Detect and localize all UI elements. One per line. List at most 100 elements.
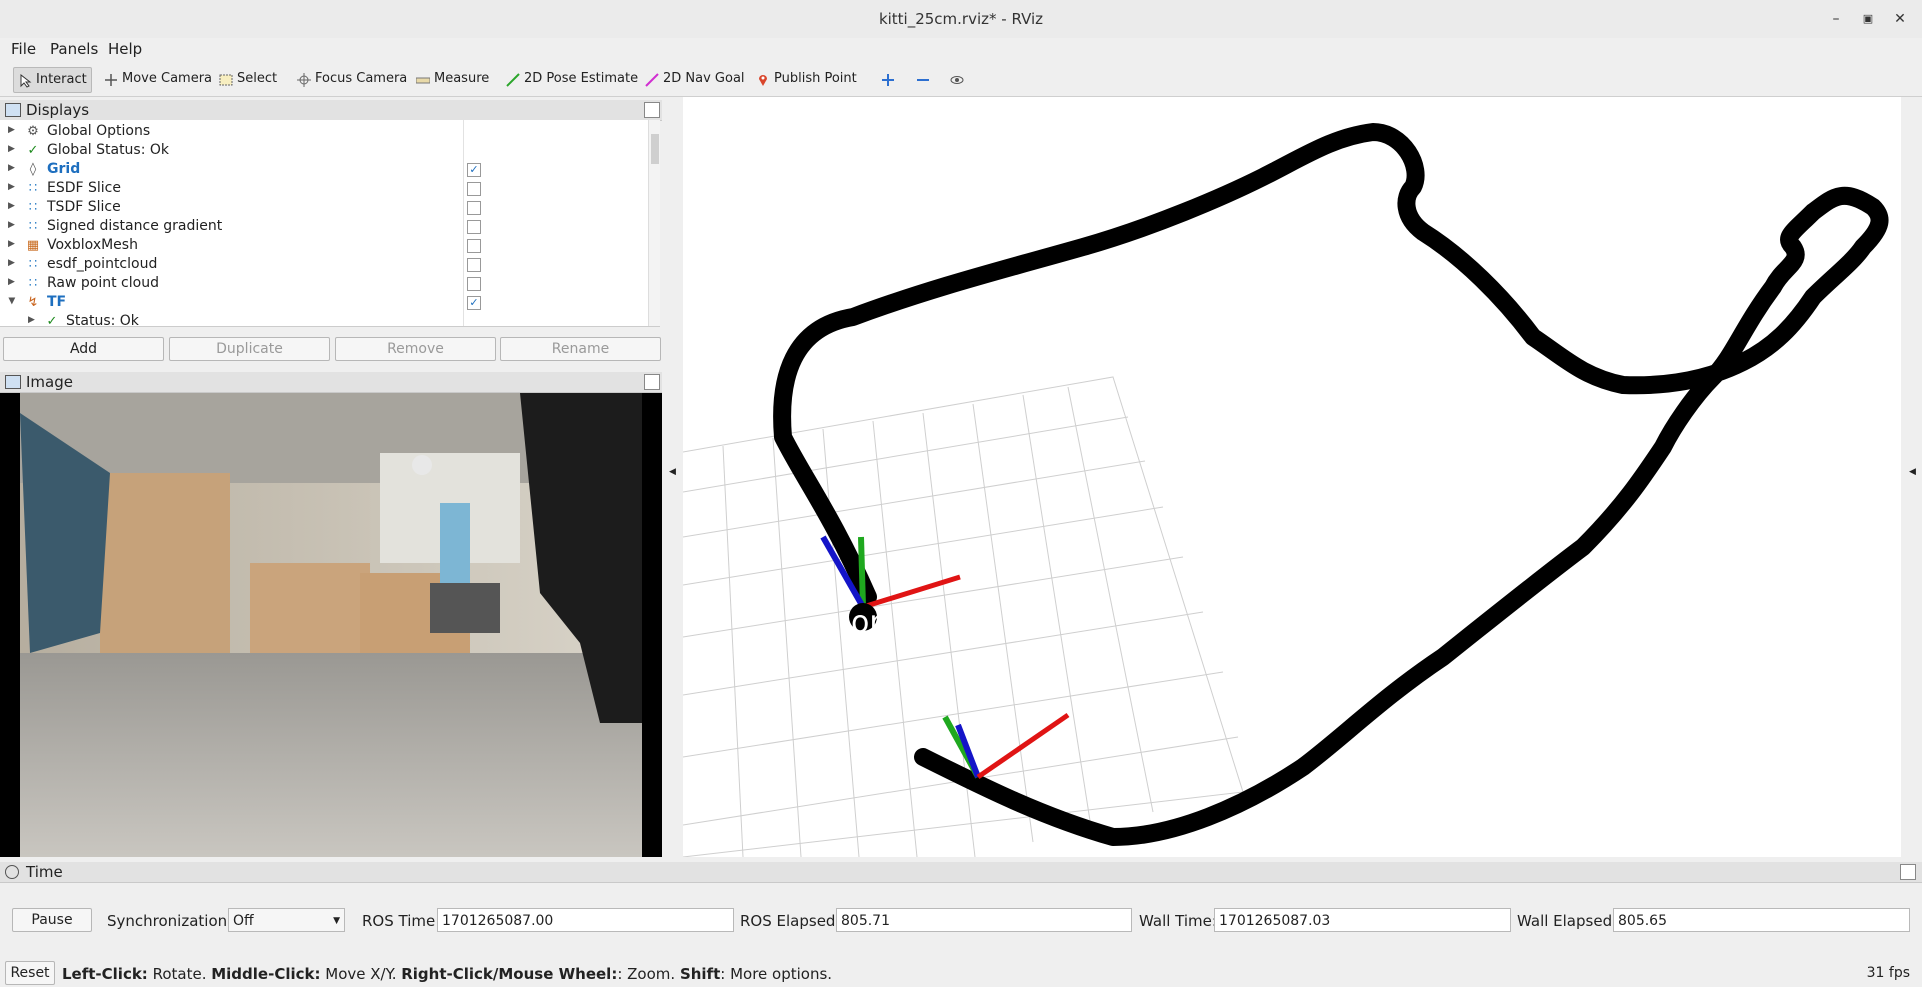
- expand-arrow-icon[interactable]: ▶: [8, 220, 15, 230]
- display-item-signed-distance-gradient[interactable]: ▶ ∷ Signed distance gradient: [0, 217, 648, 236]
- display-item-tf-status[interactable]: ▶ ✓ Status: Ok: [0, 312, 648, 327]
- displays-tree: ▶ ⚙ Global Options ▶ ✓ Global Status: Ok…: [0, 120, 660, 327]
- display-item-esdf-slice[interactable]: ▶ ∷ ESDF Slice: [0, 179, 648, 198]
- ros-time-field[interactable]: 1701265087.00: [437, 908, 734, 932]
- displays-undock-button[interactable]: [644, 102, 660, 118]
- publish-point-label: Publish Point: [774, 71, 857, 86]
- collapse-arrow-icon[interactable]: ▶: [6, 298, 16, 305]
- render-canvas[interactable]: orl: [682, 97, 1901, 858]
- camera-image: [0, 393, 662, 857]
- display-label: Status: Ok: [66, 313, 139, 327]
- wall-time-field[interactable]: 1701265087.03: [1214, 908, 1511, 932]
- esdf-pointcloud-checkbox[interactable]: [467, 258, 481, 272]
- expand-arrow-icon[interactable]: ▶: [8, 182, 15, 192]
- duplicate-display-button[interactable]: Duplicate: [169, 337, 330, 361]
- ros-elapsed-field[interactable]: 805.71: [836, 908, 1132, 932]
- minimize-icon[interactable]: –: [1826, 9, 1846, 29]
- display-label: TSDF Slice: [47, 199, 121, 215]
- right-click-desc: : Zoom.: [617, 965, 680, 983]
- left-splitter[interactable]: ◀: [666, 97, 680, 857]
- pointcloud-icon: ∷: [28, 219, 38, 234]
- time-undock-button[interactable]: [1900, 864, 1916, 880]
- close-icon[interactable]: ✕: [1890, 9, 1910, 29]
- interact-tool-button[interactable]: Interact: [13, 67, 92, 93]
- plus-icon: [881, 72, 895, 86]
- display-item-esdf-pointcloud[interactable]: ▶ ∷ esdf_pointcloud: [0, 255, 648, 274]
- focus-camera-label: Focus Camera: [315, 71, 408, 86]
- expand-arrow-icon[interactable]: ▶: [8, 163, 15, 173]
- right-splitter[interactable]: ◀: [1906, 97, 1920, 857]
- expand-arrow-icon[interactable]: ▶: [8, 277, 15, 287]
- check-icon: ✓: [27, 143, 39, 158]
- expand-arrow-icon[interactable]: ▶: [8, 201, 15, 211]
- esdf-slice-checkbox[interactable]: [467, 182, 481, 196]
- select-tool-button[interactable]: Select: [215, 67, 281, 91]
- display-item-global-status[interactable]: ▶ ✓ Global Status: Ok: [0, 141, 648, 160]
- view-tool-button[interactable]: [946, 67, 968, 91]
- display-item-tf[interactable]: ▶ ↯ TF ✓: [0, 293, 648, 312]
- maximize-icon[interactable]: ▣: [1858, 9, 1878, 29]
- measure-tool-button[interactable]: Measure: [412, 67, 493, 91]
- 3d-render-view[interactable]: orl: [682, 97, 1901, 858]
- focus-camera-tool-button[interactable]: Focus Camera: [293, 67, 411, 91]
- expand-arrow-icon[interactable]: ▶: [8, 125, 15, 135]
- middle-click-key: Middle-Click:: [211, 965, 321, 983]
- pose-estimate-label: 2D Pose Estimate: [524, 71, 639, 86]
- raw-point-cloud-checkbox[interactable]: [467, 277, 481, 291]
- mesh-icon: ▦: [26, 238, 40, 253]
- displays-panel-header: Displays: [0, 100, 662, 121]
- tsdf-slice-checkbox[interactable]: [467, 201, 481, 215]
- display-item-voxblox-mesh[interactable]: ▶ ▦ VoxbloxMesh: [0, 236, 648, 255]
- add-tool-button[interactable]: [877, 67, 899, 91]
- map-pin-icon: [756, 72, 770, 86]
- grid-checkbox[interactable]: ✓: [467, 163, 481, 177]
- remove-display-button[interactable]: Remove: [335, 337, 496, 361]
- wall-elapsed-field[interactable]: 805.65: [1613, 908, 1910, 932]
- menu-help[interactable]: Help: [108, 40, 142, 58]
- image-icon: [5, 375, 21, 389]
- display-label: VoxbloxMesh: [47, 237, 138, 253]
- tf-checkbox[interactable]: ✓: [467, 296, 481, 310]
- menu-file[interactable]: File: [11, 40, 36, 58]
- display-item-global-options[interactable]: ▶ ⚙ Global Options: [0, 122, 648, 141]
- expand-arrow-icon[interactable]: ▶: [8, 144, 15, 154]
- menu-bar: File Panels Help: [0, 38, 1922, 60]
- select-icon: [219, 72, 233, 86]
- pause-button[interactable]: Pause: [12, 908, 92, 932]
- voxblox-mesh-checkbox[interactable]: [467, 239, 481, 253]
- status-bar: Reset Left-Click: Rotate. Middle-Click: …: [0, 958, 1922, 987]
- display-label: esdf_pointcloud: [47, 256, 158, 272]
- remove-tool-button[interactable]: [912, 67, 934, 91]
- gear-icon: ⚙: [27, 124, 39, 139]
- select-label: Select: [237, 71, 278, 86]
- tf-icon: ↯: [27, 295, 39, 310]
- add-display-button[interactable]: Add: [3, 337, 164, 361]
- publish-point-tool-button[interactable]: Publish Point: [752, 67, 861, 91]
- reset-button[interactable]: Reset: [5, 961, 55, 985]
- clock-icon: [5, 865, 19, 879]
- rename-display-button[interactable]: Rename: [500, 337, 661, 361]
- move-camera-tool-button[interactable]: Move Camera: [100, 67, 216, 91]
- sync-select[interactable]: Off ▼: [228, 908, 345, 932]
- display-item-grid[interactable]: ▶ ◊ Grid ✓: [0, 160, 648, 179]
- grid-icon: ◊: [29, 162, 37, 177]
- displays-scrollbar[interactable]: [648, 120, 660, 326]
- display-label: Grid: [47, 161, 81, 177]
- display-label: Global Options: [47, 123, 151, 139]
- window-title: kitti_25cm.rviz* - RViz: [878, 10, 1044, 28]
- shift-key: Shift: [679, 965, 721, 983]
- display-item-raw-point-cloud[interactable]: ▶ ∷ Raw point cloud: [0, 274, 648, 293]
- image-undock-button[interactable]: [644, 374, 660, 390]
- expand-arrow-icon[interactable]: ▶: [8, 258, 15, 268]
- expand-arrow-icon[interactable]: ▶: [8, 239, 15, 249]
- magenta-arrow-icon: [645, 72, 659, 87]
- expand-arrow-icon[interactable]: ▶: [28, 315, 35, 325]
- sync-label: Synchronization:: [107, 912, 233, 930]
- pose-estimate-tool-button[interactable]: 2D Pose Estimate: [502, 67, 642, 91]
- nav-goal-label: 2D Nav Goal: [663, 71, 745, 86]
- gradient-checkbox[interactable]: [467, 220, 481, 234]
- check-icon: ✓: [46, 314, 58, 327]
- menu-panels[interactable]: Panels: [50, 40, 98, 58]
- nav-goal-tool-button[interactable]: 2D Nav Goal: [641, 67, 749, 91]
- display-item-tsdf-slice[interactable]: ▶ ∷ TSDF Slice: [0, 198, 648, 217]
